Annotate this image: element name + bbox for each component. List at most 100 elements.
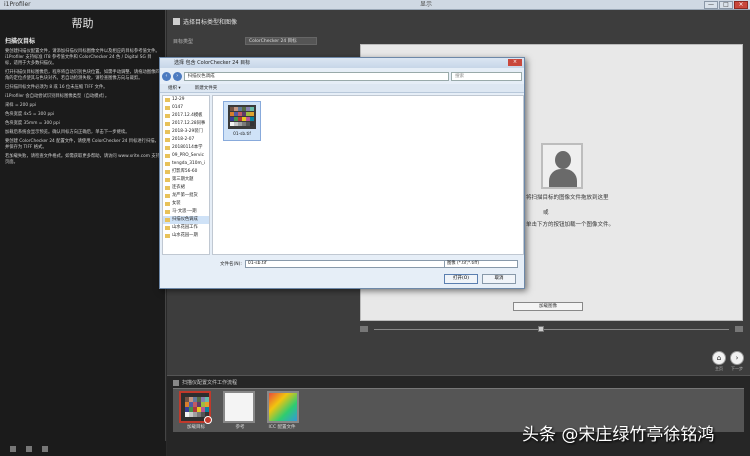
- target-type-label: 目标类型: [173, 39, 194, 45]
- folder-item[interactable]: tengda_310m_i: [163, 160, 209, 168]
- help-section-title: 扫描仪目标: [5, 38, 36, 45]
- home-button-label: 主页: [715, 366, 723, 371]
- filename-input[interactable]: 01-sb.tif: [244, 260, 455, 268]
- help-paragraph: 已扫描目标文件必须为 8 或 16 位未压缩 TIFF 文件。: [5, 85, 108, 90]
- color-swatch: [242, 112, 246, 117]
- watermark: 头条 @宋庄绿竹亭徐铭鸿: [522, 425, 715, 445]
- color-swatch: [234, 117, 238, 122]
- color-swatch: [250, 107, 254, 111]
- workflow-step-label: 参考: [235, 425, 245, 430]
- main-title: 选择目标类型和图像: [173, 17, 237, 26]
- file-name: 01-sb.tif: [233, 132, 251, 137]
- open-button[interactable]: 打开(O): [444, 274, 478, 284]
- color-swatch: [230, 117, 234, 122]
- color-swatch: [238, 112, 242, 117]
- help-paragraph: 打开扫描仪目标图像后，程序将自动识别色块位置。如需手动调整，请拖动图像四角的定位…: [5, 70, 160, 81]
- nav-labels: 主页 下一步: [712, 366, 744, 372]
- reference-sheet-icon: [223, 391, 255, 423]
- color-swatch: [234, 107, 238, 111]
- help-paragraph: 色块宽度 4x5 = 300 ppi: [5, 112, 55, 117]
- help-paragraph: 要创建 ColorChecker 24 配置文件，请使用 ColorChecke…: [5, 139, 159, 150]
- workflow-step-label: ICC 配置文件: [268, 425, 296, 430]
- new-folder-button[interactable]: 新建文件夹: [195, 84, 218, 92]
- folder-item[interactable]: 第三期大题: [163, 176, 209, 184]
- icc-profile-icon: [267, 391, 299, 423]
- open-file-dialog: 选择 包含 ColorChecker 24 目标 × ‹ › 扫描仪色调成 搜索…: [159, 57, 525, 289]
- file-list[interactable]: 01-sb.tif: [212, 95, 524, 255]
- active-badge: [204, 416, 212, 424]
- status-bar: [0, 441, 166, 456]
- zoom-in-icon[interactable]: [735, 326, 743, 332]
- color-swatch: [250, 122, 254, 127]
- color-swatch: [242, 122, 246, 127]
- color-swatch: [230, 112, 234, 117]
- file-item[interactable]: 01-sb.tif: [223, 101, 261, 141]
- folder-item[interactable]: 山水花园工作: [163, 224, 209, 232]
- folder-item[interactable]: 2017.12.4模板: [163, 112, 209, 120]
- color-swatch: [246, 107, 250, 111]
- folder-item[interactable]: 女装: [163, 200, 209, 208]
- slider-track[interactable]: [374, 329, 729, 330]
- folder-item[interactable]: 打影库56-60: [163, 168, 209, 176]
- path-breadcrumb[interactable]: 扫描仪色调成: [183, 71, 450, 81]
- forward-icon[interactable]: ›: [172, 71, 182, 81]
- close-button[interactable]: ×: [734, 1, 748, 9]
- dialog-titlebar: 选择 包含 ColorChecker 24 目标 ×: [160, 58, 524, 68]
- workflow-header: 扫描仪配置文件工作流程: [173, 379, 237, 386]
- folder-item[interactable]: 2018-2-07: [163, 136, 209, 144]
- color-swatch: [250, 117, 254, 122]
- home-icon[interactable]: [10, 445, 16, 452]
- color-swatch: [250, 112, 254, 117]
- folder-item[interactable]: 2018-3-29装门: [163, 128, 209, 136]
- cancel-button[interactable]: 取消: [482, 274, 516, 284]
- color-swatch: [242, 107, 246, 111]
- folder-item[interactable]: 山水花园一期: [163, 232, 209, 240]
- help-paragraph: 若加载失败，请检查文件格式。如需获取更多帮助，请访问 www.xrite.com…: [5, 154, 160, 165]
- minimize-button[interactable]: —: [704, 1, 718, 9]
- zoom-out-icon[interactable]: [360, 326, 368, 332]
- folder-item[interactable]: 0147: [163, 104, 209, 112]
- dialog-close-button[interactable]: ×: [508, 59, 522, 66]
- color-swatch: [238, 117, 242, 122]
- target-type-select[interactable]: ColorChecker 24 目标: [245, 37, 317, 45]
- info-icon[interactable]: [42, 445, 48, 452]
- back-icon[interactable]: ‹: [162, 71, 171, 81]
- settings-icon[interactable]: [26, 445, 32, 452]
- drop-hint-line1: 将扫描目标的图像文件拖放到这里: [526, 195, 609, 201]
- color-swatch: [234, 122, 238, 127]
- color-swatch: [238, 122, 242, 127]
- help-panel: 帮助 扫描仪目标 要创建扫描仪配置文件，请添加扫描仪目标图像文件以及相应的目标参…: [0, 10, 166, 456]
- folder-item[interactable]: 龙严第一批货: [163, 192, 209, 200]
- maximize-button[interactable]: □: [719, 1, 733, 9]
- filename-label: 文件名(N):: [220, 262, 242, 267]
- zoom-slider[interactable]: [360, 326, 743, 332]
- home-button[interactable]: ⌂: [712, 351, 726, 365]
- next-button[interactable]: ›: [730, 351, 744, 365]
- folder-item[interactable]: 2017.12.28同事: [163, 120, 209, 128]
- window-controls: — □ ×: [704, 1, 748, 9]
- folder-item[interactable]: 扫描仪色调成: [163, 216, 209, 224]
- folder-tree[interactable]: 12-29 0147 2017.12.4模板 2017.12.28同事 2018-3-2…: [162, 95, 210, 255]
- color-swatch: [230, 122, 234, 127]
- color-swatch: [238, 107, 242, 111]
- search-input[interactable]: 搜索: [451, 71, 522, 81]
- window-titlebar: i1Profiler 显示 — □ ×: [0, 0, 750, 10]
- help-paragraph: 要创建扫描仪配置文件，请添加扫描仪目标图像文件以及相应的目标参考值文件。i1Pr…: [5, 49, 160, 66]
- workflow-step-label: 加载目标: [187, 425, 205, 430]
- window-center-title: 显示: [420, 1, 433, 8]
- dialog-title: 选择 包含 ColorChecker 24 目标: [174, 60, 251, 66]
- nav-buttons: ⌂ ›: [712, 351, 744, 365]
- folder-item[interactable]: 12-29: [163, 96, 209, 104]
- next-button-label: 下一步: [731, 366, 743, 371]
- workflow-icon: [173, 379, 179, 386]
- filetype-select[interactable]: 图像 (*.tif;*.tiff): [444, 260, 518, 268]
- organize-menu[interactable]: 组织 ▾: [168, 84, 181, 92]
- folder-item[interactable]: 马-文思-一期: [163, 208, 209, 216]
- folder-item[interactable]: 09_PRO_Servic: [163, 152, 209, 160]
- placeholder-person-icon: [541, 143, 583, 189]
- drop-hint-line3: 单击下方的按钮加载一个图像文件。: [526, 222, 615, 228]
- folder-item[interactable]: 20180114本学: [163, 144, 209, 152]
- slider-knob[interactable]: [538, 326, 544, 332]
- folder-item[interactable]: 连衣裙: [163, 184, 209, 192]
- load-image-button[interactable]: 加载图像: [513, 302, 583, 311]
